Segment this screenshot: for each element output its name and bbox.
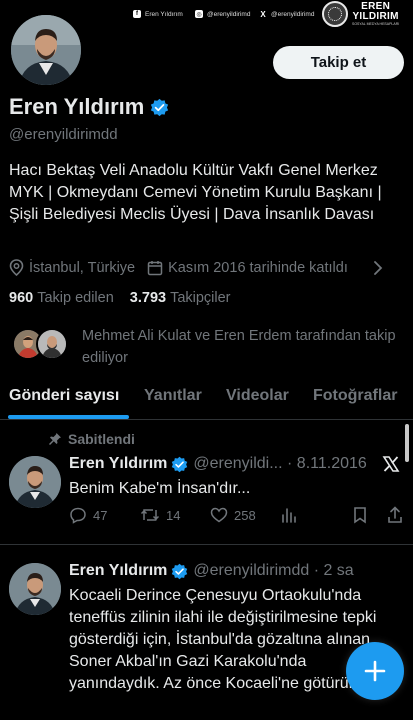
tab-replies[interactable]: Yanıtlar [144, 387, 202, 405]
brand-line-2: YILDIRIM [352, 11, 399, 22]
tab-photos[interactable]: Fotoğraflar [313, 387, 397, 405]
reply-count: 47 [93, 507, 108, 523]
brand-logo-text: EREN YILDIRIM SOSYAL MEDYA HESAPLARI [352, 2, 399, 27]
scrollbar[interactable] [405, 424, 409, 462]
known-followers-avatars[interactable] [12, 328, 68, 360]
followers-label: Takipçiler [170, 290, 231, 306]
reply-icon [70, 507, 86, 524]
profile-handle: @erenyildirimdd [9, 126, 118, 143]
watermark-instagram-text: @erenyildirimd [207, 10, 251, 18]
follow-button[interactable]: Takip et [273, 46, 404, 79]
post-avatar[interactable] [9, 563, 61, 615]
post-actions: 47 14 258 [69, 506, 404, 526]
follow-counts: 960 Takip edilen 3.793 Takipçiler [9, 290, 231, 306]
pin-icon [49, 433, 61, 445]
profile-location-text: İstanbul, Türkiye [29, 259, 136, 276]
tab-videos[interactable]: Videolar [226, 387, 289, 405]
pinned-label: Sabitlendi [48, 431, 135, 447]
verified-badge-icon [172, 456, 188, 472]
instagram-icon: ◎ [195, 10, 203, 18]
pinned-text: Sabitlendi [68, 431, 135, 447]
followers-count: 3.793 [129, 290, 167, 306]
compose-button[interactable] [346, 642, 404, 700]
following-count: 960 [9, 290, 34, 306]
repost-count: 14 [166, 507, 181, 523]
share-icon [388, 506, 402, 523]
tabs-divider [0, 419, 413, 420]
brand-subline: SOSYAL MEDYA HESAPLARI [352, 22, 400, 26]
post-meta: @erenyildi... · 8.11.2016 [193, 455, 367, 472]
post-divider [0, 544, 413, 545]
location-icon [9, 259, 24, 276]
calendar-icon [147, 260, 163, 275]
views-icon [282, 508, 296, 523]
avatar [36, 328, 68, 360]
bookmark-button[interactable] [352, 506, 368, 524]
tab-posts[interactable]: Gönderi sayısı [9, 387, 119, 405]
verified-badge-icon [151, 98, 169, 116]
watermark-x: X @erenyildirimd [259, 9, 315, 19]
followers-link[interactable]: 3.793 Takipçiler [130, 290, 231, 306]
post-text: Benim Kabe'm İnsan'dır... [69, 480, 251, 497]
post-header: Eren Yıldırım @erenyildi... · 8.11.2016 [69, 455, 367, 473]
bookmark-icon [354, 507, 366, 524]
x-icon: X [260, 9, 266, 19]
x-logo-icon[interactable] [382, 455, 400, 473]
facebook-icon: f [133, 10, 141, 18]
profile-name: Eren Yıldırım [9, 94, 145, 119]
profile-avatar[interactable] [8, 12, 84, 88]
following-link[interactable]: 960 Takip edilen [9, 290, 114, 306]
post-text: Kocaeli Derince Çenesuyu Ortaokulu'nda t… [69, 587, 377, 692]
post-meta: @erenyildirimdd · 2 sa [193, 562, 354, 579]
watermark-facebook: f Eren Yıldırım [133, 10, 183, 18]
like-count: 258 [234, 507, 256, 523]
share-button[interactable] [387, 506, 403, 524]
profile-meta-row: İstanbul, Türkiye Kasım 2016 tarihinde k… [9, 259, 404, 276]
watermark-x-text: @erenyildirimd [271, 10, 315, 18]
active-tab-indicator [8, 415, 129, 419]
views-button[interactable] [281, 506, 297, 524]
profile-tabs: Gönderi sayısı Yanıtlar Videolar Fotoğra… [0, 383, 413, 419]
plus-icon [364, 660, 386, 682]
watermark-instagram: ◎ @erenyildirimd [195, 10, 250, 18]
profile-name-row: Eren Yıldırım [9, 94, 169, 120]
profile-joined: Kasım 2016 tarihinde katıldı [147, 260, 348, 276]
verified-badge-icon [172, 563, 188, 579]
repost-icon [140, 509, 160, 521]
following-label: Takip edilen [37, 290, 114, 306]
watermark-facebook-text: Eren Yıldırım [145, 10, 183, 18]
post-header: Eren Yıldırım @erenyildirimdd · 2 sa [69, 562, 354, 580]
profile-bio: Hacı Bektaş Veli Anadolu Kültür Vakfı Ge… [9, 162, 382, 223]
followed-by-text[interactable]: Mehmet Ali Kulat ve Eren Erdem tarafında… [82, 325, 402, 369]
post-avatar[interactable] [9, 456, 61, 508]
post-author-name[interactable]: Eren Yıldırım [69, 455, 167, 473]
post-author-name[interactable]: Eren Yıldırım [69, 562, 167, 580]
brand-seal-logo [322, 1, 348, 27]
profile-joined-text: Kasım 2016 tarihinde katıldı [168, 259, 348, 276]
profile-location: İstanbul, Türkiye [9, 259, 135, 276]
like-button[interactable]: 258 [210, 506, 256, 524]
reply-button[interactable]: 47 [69, 506, 107, 524]
like-icon [210, 507, 228, 523]
repost-button[interactable]: 14 [140, 506, 180, 524]
chevron-right-icon[interactable] [372, 259, 384, 277]
